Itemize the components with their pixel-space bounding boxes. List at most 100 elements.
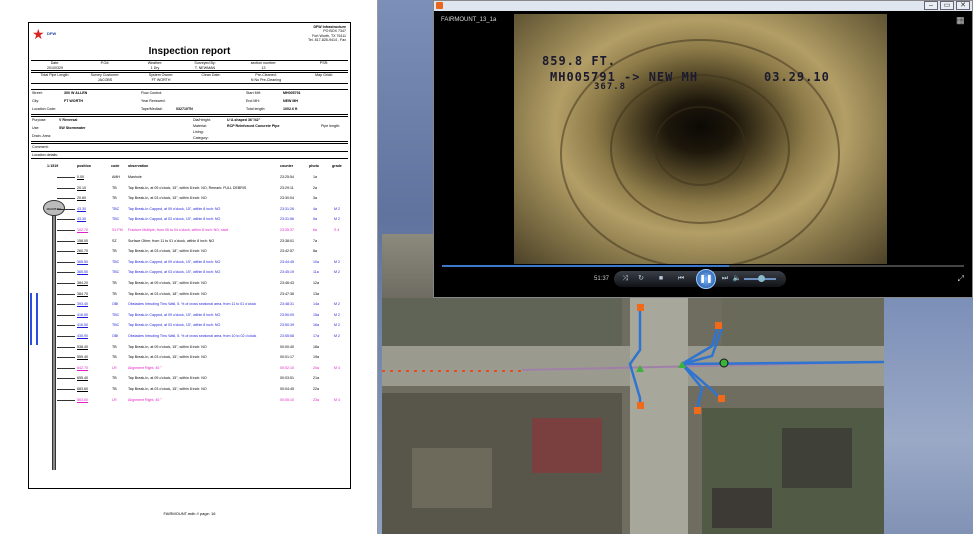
- observation-position[interactable]: 559.40: [77, 353, 88, 361]
- report-footer: FAIRMOUNT.mdb // page: 16: [163, 511, 216, 516]
- observation-position[interactable]: 384.70: [77, 290, 88, 298]
- observation-position[interactable]: 365.50: [77, 258, 88, 266]
- observation-code: TB: [112, 196, 117, 201]
- observation-position[interactable]: 158.00: [77, 237, 88, 245]
- observation-photo: 10a: [313, 259, 319, 264]
- aerial-map[interactable]: [382, 298, 884, 534]
- observation-position[interactable]: 655.40: [77, 374, 88, 382]
- repeat-icon[interactable]: ↻: [636, 274, 646, 284]
- observation-position[interactable]: 416.50: [77, 321, 88, 329]
- observation-position[interactable]: 683.60: [77, 385, 88, 393]
- osd-date: 03.29.10: [764, 70, 830, 84]
- total-length-value: 1002.6 ft: [283, 107, 298, 111]
- observation-photo: 14a: [313, 302, 319, 307]
- seek-progress: [442, 265, 730, 267]
- map-node-marker[interactable]: [694, 407, 701, 414]
- map-building: [712, 488, 772, 528]
- observation-row: 559.40 TB Tap Break-In, at 03 o'clock, 15"…: [29, 353, 350, 361]
- observation-photo: 11a: [313, 270, 319, 275]
- minimize-button[interactable]: –: [924, 1, 938, 10]
- observation-position[interactable]: 0.00: [77, 173, 84, 181]
- observation-row: 384.70 TB Tap Break-In, at 03 o'clock, 18"…: [29, 290, 350, 298]
- map-node-marker[interactable]: [637, 402, 644, 409]
- pause-button[interactable]: ❚❚: [696, 269, 716, 289]
- fullscreen-icon[interactable]: ⤢: [958, 274, 964, 284]
- observation-photo: 8a: [313, 249, 317, 254]
- location-details-row: Location details:: [31, 151, 348, 159]
- observation-position[interactable]: 393.40: [77, 300, 88, 308]
- surveyed-value: T. NEWMAN: [194, 65, 216, 70]
- observation-position[interactable]: 260.70: [77, 247, 88, 255]
- observation-position[interactable]: 102.70: [77, 226, 88, 234]
- customer-cell: Survey Customer: JACOBS: [81, 73, 129, 82]
- desktop-stage: ★ DFW DFW Infrastructure PO BOX 7347 For…: [0, 0, 973, 534]
- material-label: Material:: [193, 124, 207, 128]
- inspection-report-window: ★ DFW DFW Infrastructure PO BOX 7347 For…: [0, 0, 378, 534]
- observation-code: TB: [112, 376, 117, 381]
- street-label: Street:: [32, 91, 43, 95]
- pipe-inspection-video[interactable]: 859.8 FT. MH005791 -> NEW MH 03.29.10 36…: [514, 14, 887, 264]
- observation-counter: 23:42:57: [280, 249, 294, 254]
- observation-position[interactable]: 563.60: [77, 396, 88, 404]
- close-button[interactable]: ✕: [956, 1, 970, 10]
- map-manhole-marker[interactable]: [719, 358, 729, 368]
- observation-row: 384.20 TB Tap Break-In, at 09 o'clock, 15"…: [29, 279, 350, 287]
- seek-bar[interactable]: [442, 265, 964, 267]
- library-icon[interactable]: ▦: [956, 15, 966, 25]
- total-pipe-length-label: Total Pipe Length:: [40, 73, 70, 77]
- previous-icon[interactable]: ⏮: [676, 274, 686, 284]
- observation-counter: 23:38:01: [280, 238, 294, 243]
- volume-knob[interactable]: [758, 275, 766, 282]
- use-value: SW Stormwater: [59, 126, 86, 130]
- observation-text: Alignment Right, 45 °: [128, 397, 162, 402]
- volume-slider[interactable]: [744, 275, 776, 282]
- maximize-button[interactable]: ▭: [940, 1, 954, 10]
- observation-counter: 00:02:10: [280, 365, 294, 370]
- observation-code: TBC: [112, 312, 120, 317]
- mute-icon[interactable]: 🔈: [732, 274, 742, 284]
- grade-header: grade: [332, 164, 342, 168]
- observation-photo: 4a: [313, 206, 317, 211]
- observation-position[interactable]: 538.40: [77, 343, 88, 351]
- observation-position[interactable]: 416.50: [77, 311, 88, 319]
- observation-position[interactable]: 384.20: [77, 279, 88, 287]
- po-cell: P.O#:: [81, 61, 129, 66]
- map-node-marker[interactable]: [637, 304, 644, 311]
- observation-position[interactable]: 642.70: [77, 364, 88, 372]
- app-icon: [436, 2, 443, 9]
- stop-icon[interactable]: ■: [656, 274, 666, 284]
- osd-distance: 859.8 FT.: [542, 54, 617, 68]
- map-lot: [722, 298, 884, 348]
- observation-counter: 00:04:45: [280, 387, 294, 391]
- observation-code: SZ: [112, 238, 117, 243]
- observation-connector: [57, 251, 75, 253]
- observation-position[interactable]: 43.30: [77, 205, 86, 213]
- clean-date-label: Clean Date:: [201, 73, 221, 77]
- map-node-marker[interactable]: [718, 395, 725, 402]
- material-value: RCP Reinforced Concrete Pipe: [227, 124, 280, 128]
- observation-row: 20.60 TB Tap Break-In, at 03 o'clock, 15",…: [29, 194, 350, 202]
- observation-grade: M 2: [334, 334, 340, 338]
- observation-counter: 23:44:45: [280, 259, 294, 264]
- owner-cell: System Owner: FT WORTH: [131, 73, 191, 82]
- observation-connector: [57, 346, 75, 348]
- section-cell: section number: 13: [236, 61, 291, 70]
- observation-photo: 21a: [313, 376, 319, 381]
- next-icon[interactable]: ⏭: [720, 274, 730, 284]
- observation-grade: M 4: [334, 397, 340, 402]
- precleaned-cell: Pre-Cleaned: N No Pre-Cleaning: [236, 73, 296, 82]
- observation-position[interactable]: 20.10: [77, 184, 86, 192]
- tape-media-value: 032710TN: [176, 107, 193, 111]
- address-line: Tel. 817-825-9414 , Fax: [308, 38, 346, 43]
- observation-code: TBC: [112, 259, 120, 264]
- flow-control-label: Flow Control:: [141, 91, 163, 95]
- shuffle-icon[interactable]: ⤨: [620, 274, 630, 284]
- observation-position[interactable]: 365.50: [77, 268, 88, 276]
- observation-connector: [57, 336, 75, 337]
- observation-position[interactable]: 435.90: [77, 332, 88, 340]
- observation-position[interactable]: 20.60: [77, 194, 86, 202]
- map-node-marker[interactable]: [715, 322, 722, 329]
- pipe-length-label: Pipe length:: [321, 124, 340, 128]
- observation-position[interactable]: 43.30: [77, 215, 86, 223]
- observation-photo: 17a: [313, 334, 319, 338]
